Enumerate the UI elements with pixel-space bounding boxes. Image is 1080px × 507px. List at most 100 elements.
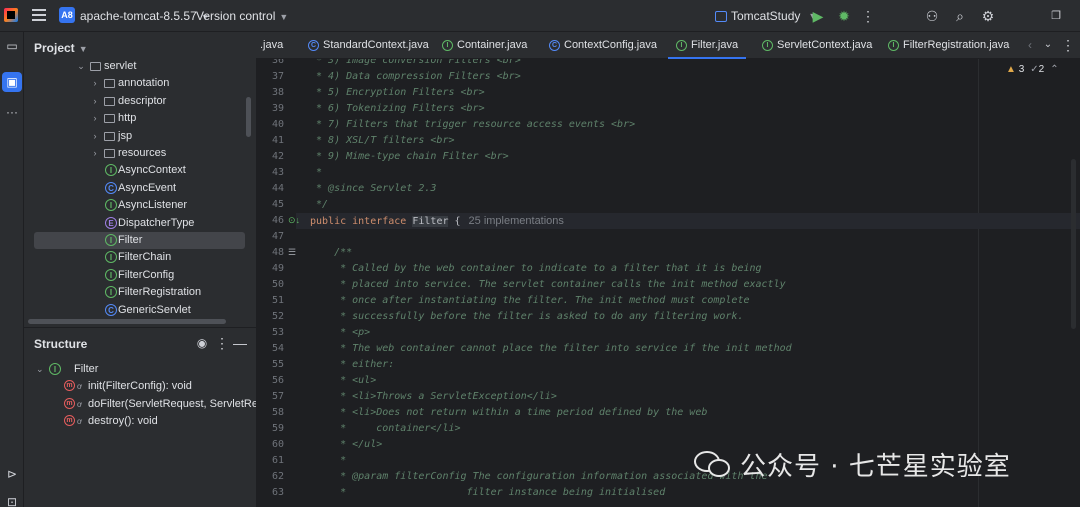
- tree-item[interactable]: C GenericServlet: [24, 302, 256, 319]
- structure-tool-icon[interactable]: ▣: [2, 72, 22, 92]
- wechat-logo-icon: [694, 449, 732, 479]
- chevron-right-icon[interactable]: ›: [90, 110, 100, 127]
- line-number: 52: [271, 311, 284, 322]
- more-options-icon[interactable]: ⋮: [214, 335, 230, 351]
- line-number: 59: [271, 423, 284, 434]
- debug-icon[interactable]: ✹: [836, 8, 852, 24]
- title-bar: A8 apache-tomcat-8.5.57 ▼ Version control…: [0, 0, 1080, 32]
- more-tools-icon[interactable]: ···: [2, 102, 22, 122]
- editor-tab-label: ContextConfig.java: [564, 39, 657, 51]
- folder-icon: [104, 114, 115, 124]
- project-vertical-scrollbar[interactable]: [246, 97, 251, 137]
- structure-root-label: Filter: [74, 363, 99, 375]
- line-number: 41: [271, 135, 284, 146]
- tree-item-label: descriptor: [118, 94, 167, 107]
- code-editor[interactable]: 36 * 3) Image conversion Filters <br> 37 …: [256, 59, 1080, 507]
- interface-icon: I: [676, 40, 687, 51]
- services-tool-icon[interactable]: ⊳: [2, 464, 22, 484]
- view-options-icon[interactable]: ◉: [194, 335, 210, 351]
- editor-scrollbar[interactable]: [1071, 159, 1076, 329]
- tree-item[interactable]: I FilterChain: [24, 249, 256, 266]
- vcs-widget[interactable]: Version control ▼: [196, 9, 288, 23]
- terminal-tool-icon[interactable]: ⊡: [2, 492, 22, 507]
- tree-item[interactable]: › resources: [24, 145, 256, 162]
- line-number: 38: [271, 87, 284, 98]
- tree-item[interactable]: › jsp: [24, 128, 256, 145]
- add-user-icon[interactable]: ⚇: [924, 8, 940, 24]
- tree-item[interactable]: ⌄ servlet: [24, 58, 256, 75]
- line-number: 57: [271, 391, 284, 402]
- abstract-modifier-icon: ơ: [77, 399, 83, 409]
- tree-item-label: http: [118, 112, 137, 125]
- right-margin-guide: [978, 59, 979, 507]
- project-name: apache-tomcat-8.5.57: [80, 9, 197, 23]
- main-menu-icon[interactable]: [32, 9, 46, 21]
- chevron-right-icon[interactable]: ›: [90, 93, 100, 110]
- class-icon: C: [105, 303, 117, 316]
- run-config-selector[interactable]: TomcatStudy ▼: [715, 9, 817, 23]
- settings-gear-icon[interactable]: ⚙: [980, 8, 996, 24]
- tree-item[interactable]: I AsyncContext: [24, 162, 256, 179]
- tree-item[interactable]: › descriptor: [24, 93, 256, 110]
- code-line: * Called by the web container to indicat…: [310, 263, 762, 274]
- tree-item[interactable]: › http: [24, 110, 256, 127]
- code-line: * placed into service. The servlet conta…: [310, 279, 786, 290]
- editor-tab[interactable]: C ContextConfig.java: [549, 32, 657, 59]
- hide-panel-icon[interactable]: —: [232, 335, 248, 351]
- line-number: 55: [271, 359, 284, 370]
- run-icon[interactable]: ▶: [810, 8, 826, 24]
- method-label: destroy(): void: [88, 415, 158, 427]
- tree-item[interactable]: E DispatcherType: [24, 215, 256, 232]
- left-tool-stripe: ▭ ▣ ··· ⊳ ⊡: [0, 32, 24, 507]
- project-badge[interactable]: A8: [59, 7, 75, 23]
- tree-item-label: resources: [118, 147, 167, 159]
- tree-item[interactable]: I FilterConfig: [24, 267, 256, 284]
- interface-icon: I: [888, 40, 899, 51]
- editor-tab[interactable]: .java: [260, 32, 283, 59]
- editor-tab-label: FilterRegistration.java: [903, 39, 1010, 51]
- scroll-tabs-left-icon[interactable]: ‹: [1022, 37, 1038, 53]
- editor-tab-label: StandardContext.java: [323, 39, 429, 51]
- rendered-doc-toggle-icon[interactable]: ☰: [288, 247, 296, 258]
- editor-tab-label: .java: [260, 39, 284, 51]
- chevron-right-icon[interactable]: ›: [90, 128, 100, 145]
- tab-actions-icon[interactable]: ⋮: [1060, 37, 1076, 53]
- more-actions-icon[interactable]: ⋮: [860, 8, 876, 24]
- tree-item-label: servlet: [104, 60, 137, 72]
- tree-item[interactable]: I AsyncListener: [24, 197, 256, 214]
- editor-tab[interactable]: I Container.java: [442, 32, 527, 59]
- class-icon: C: [308, 40, 319, 51]
- method-icon: m: [64, 397, 75, 409]
- tree-item[interactable]: I Filter: [34, 232, 245, 249]
- editor-tabs: .java C StandardContext.java I Container.jav…: [256, 32, 1080, 59]
- editor-tab[interactable]: I Filter.java: [667, 32, 747, 59]
- chevron-right-icon[interactable]: ›: [90, 75, 100, 92]
- tree-item[interactable]: › annotation: [24, 75, 256, 92]
- code-line: * successfully before the filter is aske…: [310, 311, 744, 322]
- project-selector[interactable]: apache-tomcat-8.5.57 ▼: [80, 9, 210, 23]
- line-number: 43: [271, 167, 284, 178]
- chevron-right-icon[interactable]: ›: [90, 145, 100, 162]
- chevron-down-icon: ▼: [279, 12, 289, 22]
- implemented-gutter-icon[interactable]: ⊙↓: [288, 215, 300, 226]
- code-line: * <li>Throws a ServletException</li>: [310, 391, 557, 402]
- tree-item[interactable]: I FilterRegistration: [24, 284, 256, 301]
- interface-icon: I: [105, 164, 117, 177]
- implementations-hint[interactable]: 25 implementations: [469, 215, 564, 227]
- tabs-dropdown-icon[interactable]: ⌄: [1040, 37, 1056, 53]
- editor-tab[interactable]: I FilterRegistration.java: [888, 32, 1009, 59]
- editor-tab[interactable]: C StandardContext.java: [308, 32, 429, 59]
- inspection-widget[interactable]: ▲ 3 ✓2 ⌃: [1006, 64, 1059, 75]
- structure-panel-title: Structure: [34, 337, 88, 351]
- project-panel-title[interactable]: Project ▼: [34, 41, 88, 55]
- tree-item-label: Filter: [118, 234, 143, 246]
- chevron-down-icon[interactable]: ⌄: [76, 58, 86, 75]
- enum-icon: E: [105, 216, 117, 229]
- project-horizontal-scrollbar[interactable]: [28, 319, 226, 324]
- tree-item[interactable]: C AsyncEvent: [24, 180, 256, 197]
- editor-tab[interactable]: I ServletContext.java: [762, 32, 872, 59]
- restore-window-icon[interactable]: ❐: [1048, 8, 1064, 24]
- search-icon[interactable]: ⌕: [952, 8, 968, 24]
- interface-icon: I: [105, 199, 117, 212]
- project-tool-icon[interactable]: ▭: [2, 36, 22, 56]
